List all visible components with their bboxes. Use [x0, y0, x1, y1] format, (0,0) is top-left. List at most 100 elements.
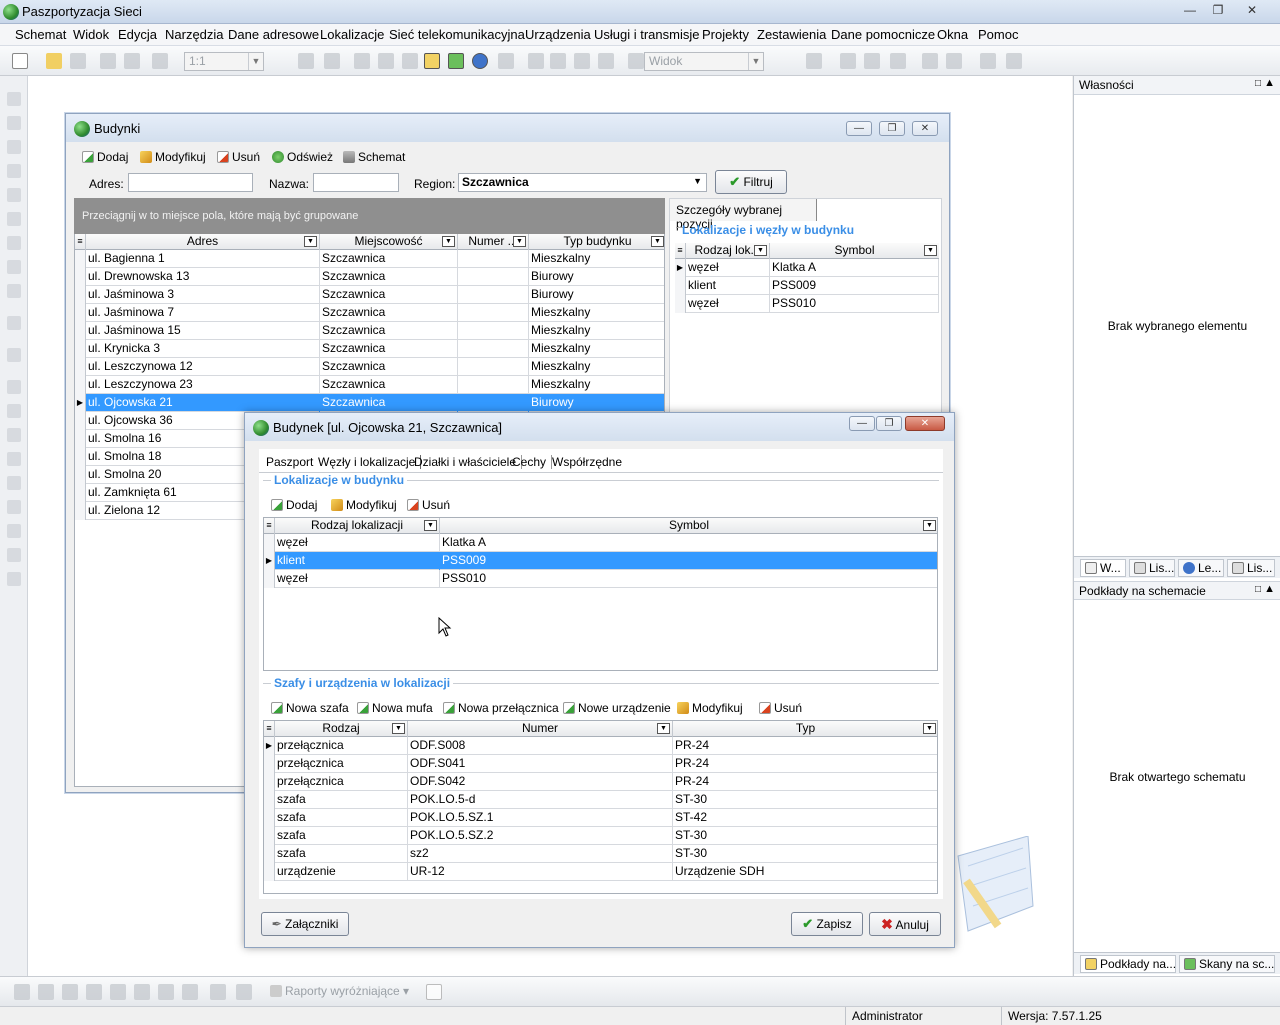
filter-dropdown-icon[interactable]: ▼ [304, 236, 317, 247]
image-icon[interactable] [7, 316, 21, 330]
tab-properties[interactable]: W... [1080, 559, 1126, 577]
delete-location-button[interactable]: Usuń [407, 498, 450, 512]
column-symbol[interactable]: Symbol ▼ [770, 243, 939, 259]
menu-uslugi[interactable]: Usługi i transmisje [594, 27, 699, 42]
new-cabinet-button[interactable]: Nowa szafa [271, 701, 349, 715]
table-row[interactable]: węzeł PSS010 [675, 295, 939, 313]
building-icon[interactable] [806, 53, 822, 69]
forward-icon[interactable] [1006, 53, 1022, 69]
dot-icon[interactable] [7, 284, 21, 298]
tab-scans[interactable]: Skany na sc... [1179, 955, 1275, 973]
connect-icon[interactable] [7, 348, 21, 362]
polyline-icon[interactable] [7, 188, 21, 202]
tab-legend[interactable]: Le... [1178, 559, 1224, 577]
tab-list-2[interactable]: Lis... [1227, 559, 1275, 577]
column-typ[interactable]: Typ budynku ▼ [529, 234, 664, 250]
zoom-combo[interactable]: 1:1 ▼ [184, 52, 264, 71]
details-tab[interactable]: Szczegóły wybranej pozycji [670, 199, 817, 231]
tool-h-icon[interactable] [182, 984, 198, 1000]
layers-icon[interactable] [402, 53, 418, 69]
tab-paszport[interactable]: Paszport [266, 455, 313, 469]
tool-c-icon[interactable] [62, 984, 78, 1000]
tab-wspolrzedne[interactable]: Współrzędne [552, 455, 622, 469]
column-chooser-icon[interactable]: ≡ [264, 721, 275, 737]
pointer-icon[interactable] [7, 92, 21, 106]
close-icon[interactable]: ✕ [912, 121, 938, 136]
tool-icon[interactable] [498, 53, 514, 69]
new-splice-button[interactable]: Nowa mufa [357, 701, 433, 715]
print-preview-icon[interactable] [100, 53, 116, 69]
join-icon[interactable] [7, 428, 21, 442]
table-row[interactable]: ul. Bagienna 1 Szczawnica Mieszkalny [75, 250, 664, 268]
split-icon[interactable] [7, 404, 21, 418]
tool-g-icon[interactable] [158, 984, 174, 1000]
arrow-icon[interactable] [628, 53, 644, 69]
filter-dropdown-icon[interactable]: ▼ [923, 723, 936, 734]
globe-icon[interactable] [890, 53, 906, 69]
column-typ[interactable]: Typ ▼ [673, 721, 937, 737]
shape-icon[interactable] [7, 164, 21, 178]
menu-edycja[interactable]: Edycja [118, 27, 157, 42]
database-icon[interactable] [864, 53, 880, 69]
fiber-icon[interactable] [7, 548, 21, 562]
map-icon[interactable] [448, 53, 464, 69]
menu-urzadzenia[interactable]: Urządzenia [525, 27, 591, 42]
table-row[interactable]: szafa POK.LO.5.SZ.2 ST-30 [264, 827, 937, 845]
table-row[interactable]: szafa POK.LO.5.SZ.1 ST-42 [264, 809, 937, 827]
save-button[interactable]: ✔ Zapisz [791, 912, 863, 936]
menu-zestawienia[interactable]: Zestawienia [757, 27, 826, 42]
pencil-icon[interactable] [7, 116, 21, 130]
tool-e-icon[interactable] [110, 984, 126, 1000]
modify-location-button[interactable]: Modyfikuj [331, 498, 397, 512]
tool-b-icon[interactable] [38, 984, 54, 1000]
tab-dzialki[interactable]: Działki i właściciele [414, 455, 523, 469]
table-row[interactable]: ▶ ul. Ojcowska 21 Szczawnica Biurowy [75, 394, 664, 412]
checkbox-icon[interactable] [426, 984, 442, 1000]
table-row[interactable]: ▶ przełącznica ODF.S008 PR-24 [264, 737, 937, 755]
table-row[interactable]: szafa sz2 ST-30 [264, 845, 937, 863]
minimize-icon[interactable]: — [1176, 2, 1204, 19]
filter-button[interactable]: ✔ Filtruj [715, 170, 787, 194]
tab-wezly[interactable]: Węzły i lokalizacje [318, 455, 422, 469]
tool-f-icon[interactable] [134, 984, 150, 1000]
filter-dropdown-icon[interactable]: ▼ [424, 520, 437, 531]
table-row[interactable]: ▶ węzeł Klatka A [675, 259, 939, 277]
cable-icon[interactable] [7, 380, 21, 394]
filter-dropdown-icon[interactable]: ▼ [651, 236, 664, 247]
menu-schemat[interactable]: Schemat [15, 27, 66, 42]
column-miejscowosc[interactable]: Miejscowość ▼ [320, 234, 458, 250]
table-row[interactable]: ▶ klient PSS009 [264, 552, 937, 570]
delete-cabinet-button[interactable]: Usuń [759, 701, 802, 715]
table-row[interactable]: przełącznica ODF.S042 PR-24 [264, 773, 937, 791]
table-row[interactable]: urządzenie UR-12 Urządzenie SDH [264, 863, 937, 881]
maximize-icon[interactable]: ❐ [876, 416, 902, 431]
pin-icon[interactable]: ▲ [1264, 583, 1275, 595]
line-icon[interactable] [7, 140, 21, 154]
close-icon[interactable]: ✕ [905, 416, 945, 431]
address-input[interactable] [128, 173, 253, 192]
target-icon[interactable] [7, 476, 21, 490]
text-icon[interactable] [7, 260, 21, 274]
open-folder-icon[interactable] [46, 53, 62, 69]
column-adres[interactable]: Adres ▼ [86, 234, 320, 250]
refresh-icon[interactable] [152, 53, 168, 69]
add-location-button[interactable]: Dodaj [271, 498, 317, 512]
reports-dropdown[interactable]: Raporty wyróżniające ▾ [270, 984, 409, 998]
person-icon[interactable] [922, 53, 938, 69]
refresh-button[interactable]: Odśwież [272, 150, 333, 164]
menu-widok[interactable]: Widok [73, 27, 109, 42]
table-row[interactable]: węzeł Klatka A [264, 534, 937, 552]
tab-cechy[interactable]: Cechy [512, 455, 553, 469]
device-icon[interactable] [7, 500, 21, 514]
name-input[interactable] [313, 173, 399, 192]
tool-i-icon[interactable] [210, 984, 226, 1000]
minimize-icon[interactable]: — [846, 121, 872, 136]
print-icon[interactable] [124, 53, 140, 69]
cancel-button[interactable]: ✖ Anuluj [869, 912, 941, 936]
column-rodzaj[interactable]: Rodzaj lok... ▼ [686, 243, 770, 259]
view-combo[interactable]: Widok ▼ [644, 52, 764, 71]
table-row[interactable]: przełącznica ODF.S041 PR-24 [264, 755, 937, 773]
column-rodzaj-lokalizacji[interactable]: Rodzaj lokalizacji ▼ [275, 518, 440, 534]
menu-projekty[interactable]: Projekty [702, 27, 749, 42]
tab-list-1[interactable]: Lis... [1129, 559, 1175, 577]
